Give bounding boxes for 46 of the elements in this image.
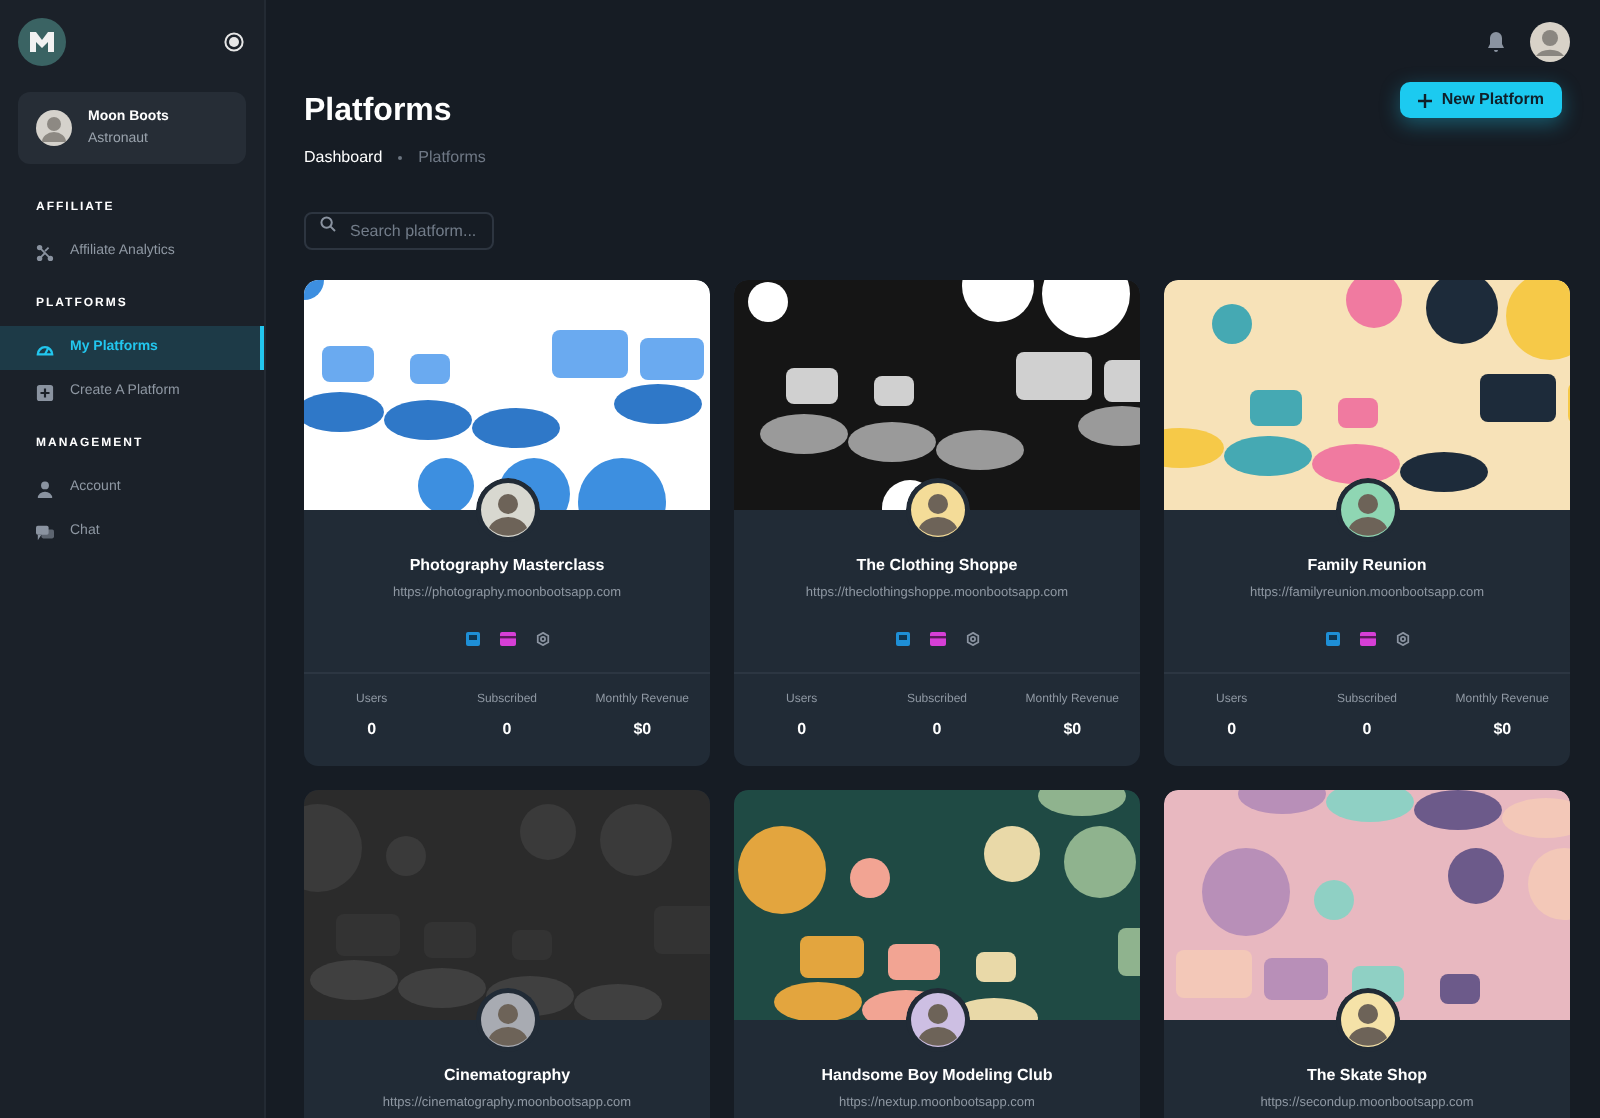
add-icon [36, 383, 54, 401]
plus-icon [1417, 93, 1432, 107]
breadcrumb-item[interactable]: Dashboard [304, 146, 383, 170]
platform-name[interactable]: The Skate Shop [1306, 1063, 1427, 1088]
stat-value: $0 [633, 717, 652, 742]
stat-value: $0 [1493, 717, 1512, 742]
stat-value: 0 [1227, 717, 1237, 742]
user-avatar[interactable] [1530, 22, 1570, 62]
stat-value: 0 [367, 717, 377, 742]
platform-name[interactable]: The Clothing Shoppe [856, 554, 1018, 578]
radio-toggle-icon[interactable] [224, 32, 244, 52]
bell-icon[interactable] [1486, 31, 1506, 53]
avatar [905, 987, 969, 1052]
avatar [1335, 478, 1399, 542]
card-icon[interactable] [499, 631, 515, 646]
avatar [905, 478, 969, 542]
platform-name[interactable]: Cinematography [443, 1063, 571, 1088]
platform-name[interactable]: Handsome Boy Modeling Club [821, 1063, 1053, 1088]
image-icon[interactable] [1325, 631, 1339, 646]
stat-value: 0 [502, 717, 512, 742]
image-icon[interactable] [465, 631, 479, 646]
search-icon [320, 216, 336, 232]
avatar [1335, 987, 1399, 1052]
breadcrumb-item: Platforms [418, 146, 486, 170]
chat-icon [36, 523, 54, 541]
new-platform-button[interactable]: New Platform [1399, 82, 1562, 118]
search-field[interactable]: Search platform... [304, 212, 494, 250]
logo-icon[interactable] [18, 18, 66, 66]
card-icon[interactable] [1359, 631, 1375, 646]
platform-name[interactable]: Photography Masterclass [409, 554, 605, 578]
settings-icon[interactable] [535, 631, 549, 646]
page-title: Platforms [304, 92, 454, 132]
card-icon[interactable] [929, 631, 945, 646]
analytics-icon [36, 243, 54, 261]
stat-value: 0 [797, 717, 807, 742]
person-icon [36, 479, 54, 497]
user-avatar [36, 110, 72, 146]
avatar [475, 478, 539, 542]
settings-icon[interactable] [965, 631, 979, 646]
settings-icon[interactable] [1395, 631, 1409, 646]
avatar [475, 987, 539, 1052]
image-icon[interactable] [895, 631, 909, 646]
stat-value: 0 [932, 717, 942, 742]
stat-value: 0 [1362, 717, 1372, 742]
stat-value: $0 [1063, 717, 1082, 742]
platform-name[interactable]: Family Reunion [1307, 554, 1427, 578]
